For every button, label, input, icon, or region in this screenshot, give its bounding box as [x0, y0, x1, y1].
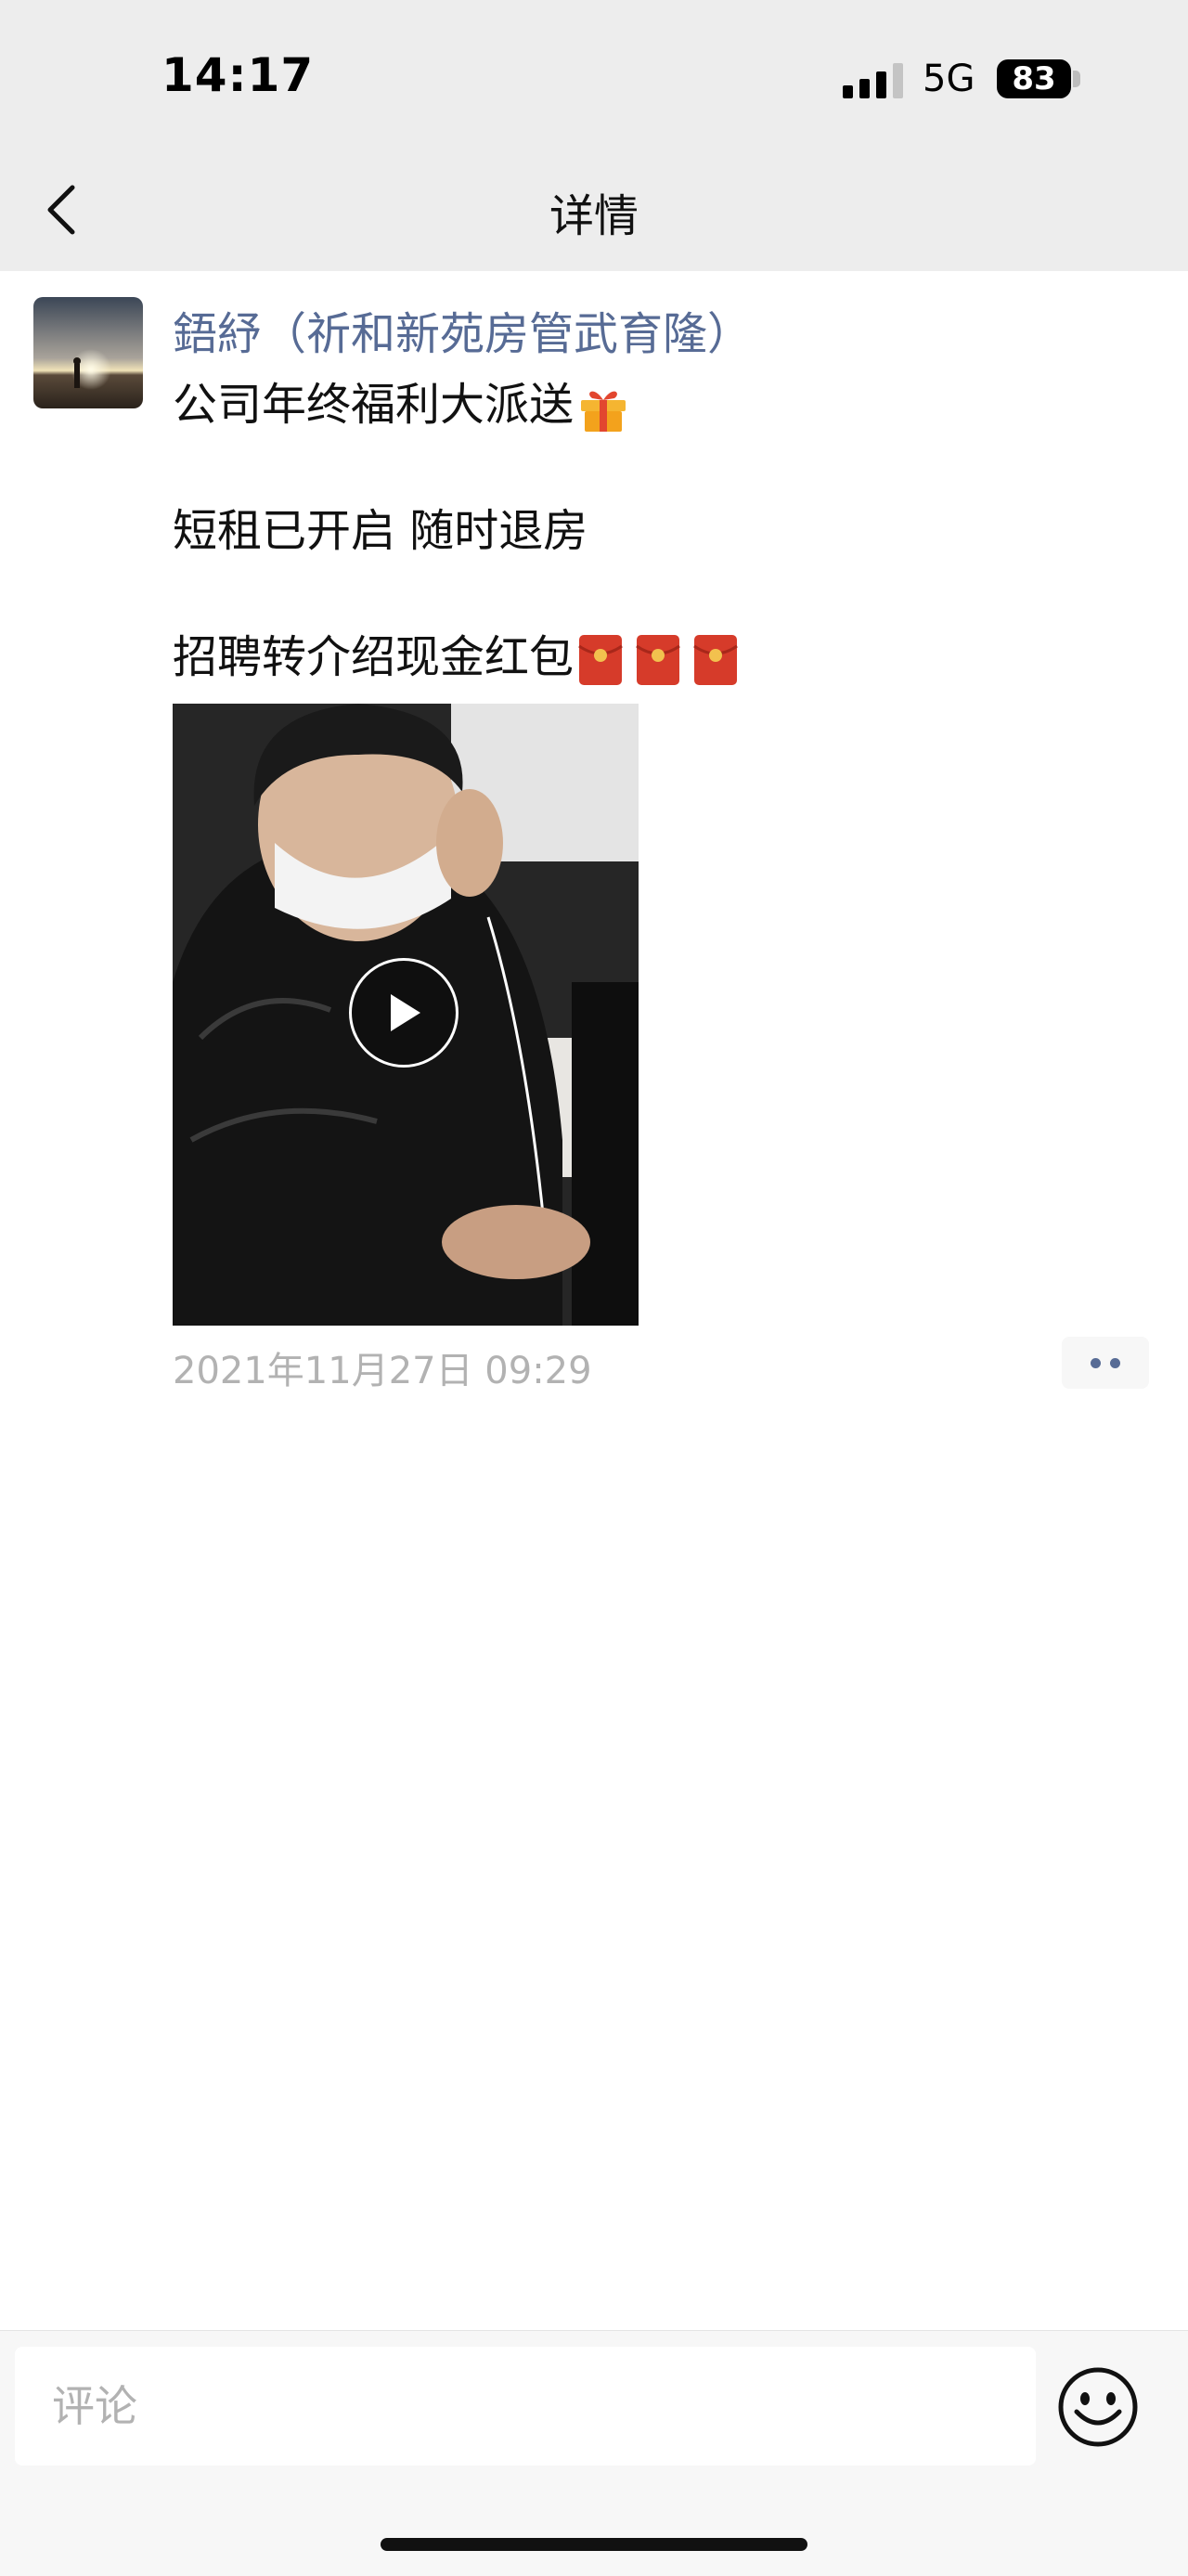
page-title: 详情 [549, 190, 639, 242]
more-dots-icon [1091, 1357, 1101, 1368]
post-text: 公司年终福利大派送 [173, 379, 575, 431]
more-dots-icon [1110, 1357, 1120, 1368]
video-thumbnail[interactable] [173, 704, 639, 1326]
post-line-2: 短租已开启 随时退房 [173, 505, 588, 557]
post-line-1: 公司年终福利大派送 [173, 368, 629, 434]
battery-cap [1073, 71, 1080, 87]
play-button[interactable] [349, 958, 458, 1068]
red-envelope-icon [693, 635, 738, 685]
battery-icon: 83 [997, 59, 1071, 98]
signal-icon [843, 63, 903, 98]
red-envelope-icon [578, 635, 623, 685]
post-line-3: 招聘转介绍现金红包 [173, 620, 739, 687]
emoji-button[interactable] [1056, 2365, 1140, 2449]
red-envelope-icon [636, 635, 680, 685]
smiley-icon [1058, 2367, 1138, 2447]
post-text: 招聘转介绍现金红包 [173, 631, 575, 683]
gift-icon [581, 391, 626, 432]
status-time: 14:17 [161, 48, 315, 102]
play-icon [391, 994, 420, 1031]
post-timestamp: 2021年11月27日 09:29 [173, 1350, 592, 1392]
home-indicator [381, 2538, 807, 2551]
author-name[interactable]: 鋙紓（祈和新苑房管武育隆） [173, 297, 752, 362]
more-button[interactable] [1062, 1337, 1149, 1389]
avatar-image [33, 297, 143, 408]
network-type: 5G [923, 58, 975, 100]
avatar[interactable] [33, 297, 143, 408]
comment-input[interactable] [15, 2347, 1036, 2466]
